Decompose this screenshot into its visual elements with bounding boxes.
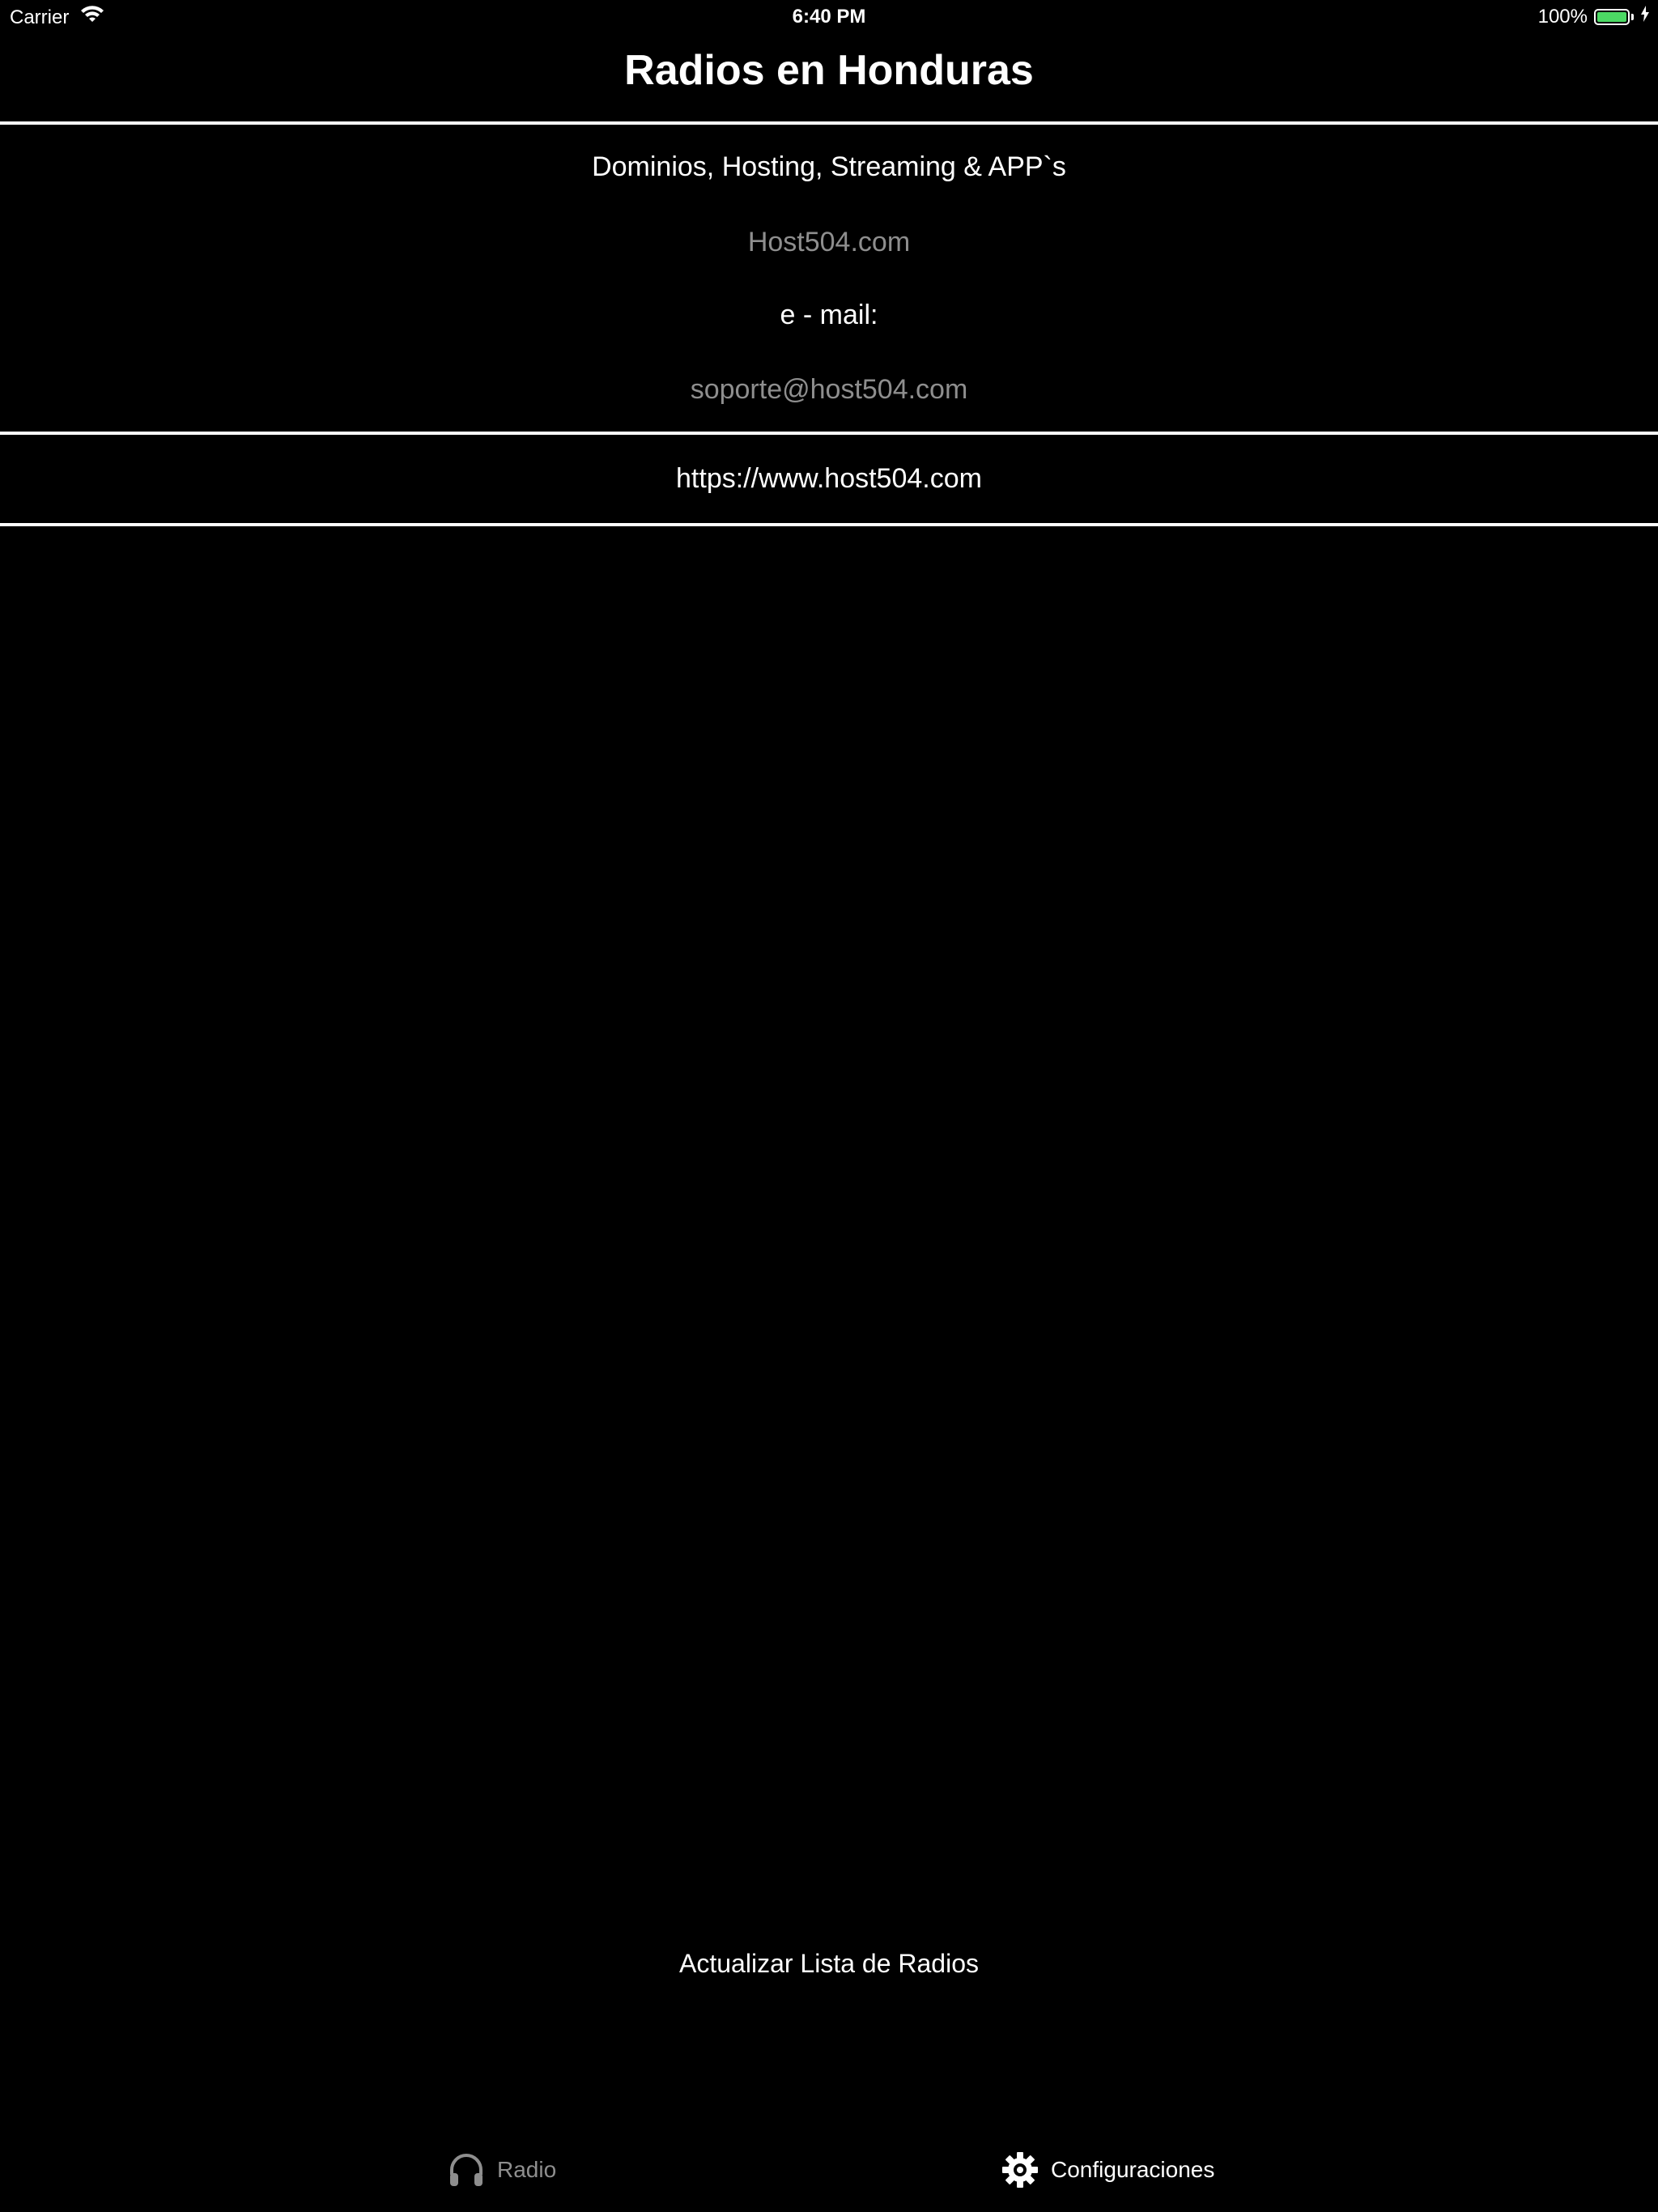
website-link[interactable]: https://www.host504.com — [0, 460, 1658, 497]
status-time: 6:40 PM — [792, 6, 866, 28]
services-text: Dominios, Hosting, Streaming & APP`s — [592, 151, 1066, 182]
refresh-radio-list-button[interactable]: Actualizar Lista de Radios — [667, 1943, 991, 1984]
email-link[interactable]: soporte@host504.com — [0, 371, 1658, 408]
divider-middle — [0, 432, 1658, 435]
status-right: 100% — [1538, 5, 1650, 28]
charging-bolt-icon — [1640, 5, 1650, 28]
tab-radio-label: Radio — [497, 2157, 557, 2182]
battery-cap — [1631, 13, 1634, 20]
email-label: e - mail: — [780, 300, 878, 330]
battery-icon — [1594, 8, 1630, 25]
tab-radio[interactable]: Radio — [447, 2150, 556, 2189]
divider-top — [0, 121, 1658, 125]
headphones-icon — [447, 2150, 486, 2189]
tab-configuraciones[interactable]: Configuraciones — [1001, 2150, 1214, 2189]
tab-bar: Radio Configuraciones — [0, 2138, 1658, 2212]
company-link[interactable]: Host504.com — [0, 223, 1658, 261]
battery-percent: 100% — [1537, 5, 1588, 28]
gear-icon — [1001, 2150, 1039, 2189]
battery-fill — [1597, 11, 1626, 22]
status-bar: Carrier 6:40 PM 100% — [0, 0, 1658, 32]
page-title: Radios en Honduras — [624, 47, 1034, 94]
tab-configuraciones-label: Configuraciones — [1051, 2157, 1215, 2182]
divider-bottom — [0, 523, 1658, 526]
